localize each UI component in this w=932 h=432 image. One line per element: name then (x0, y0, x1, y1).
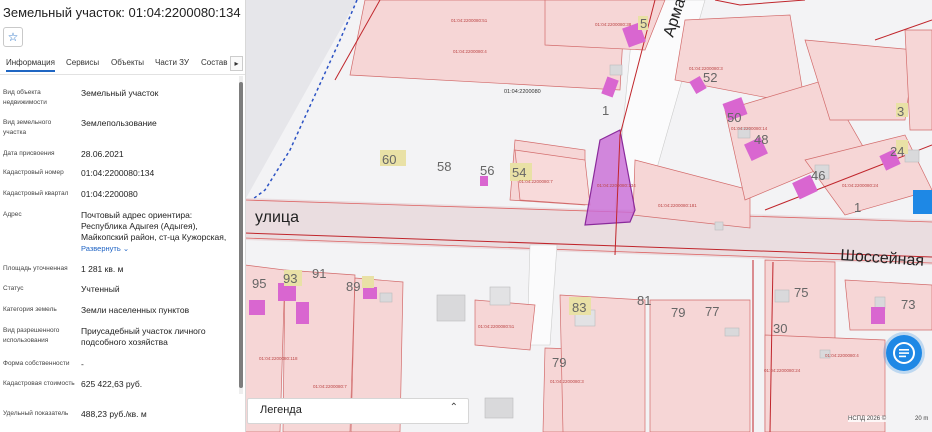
property-label: Дата присвоения (3, 150, 55, 157)
tab-composition[interactable]: Состав (201, 58, 228, 67)
house-number: 1 (854, 200, 861, 215)
expand-link[interactable]: Развернуть ⌄ (81, 244, 129, 253)
property-value: 01:04:2200080:134 (81, 168, 155, 178)
parcel-label: 01:04:2200080:24 (842, 183, 879, 188)
house-number: 48 (754, 132, 768, 147)
parcel-label: 01:04:2200080:7 (313, 384, 347, 389)
property-label: Статус (3, 285, 24, 292)
parcel-label: 01:04:2200080:51 (478, 324, 515, 329)
property-value: Земельный участок (81, 88, 159, 98)
scale-label: 20 m (915, 416, 929, 422)
chevron-up-down-icon: ⌃ (449, 402, 458, 413)
tab-information[interactable]: Информация (6, 58, 55, 72)
property-value: Почтовый адрес ориентира: Республика Ады… (81, 210, 236, 254)
tabs-next-icon[interactable]: ▸ (230, 56, 243, 71)
tab-bar: Информация Сервисы Объекты Части ЗУ Сост… (0, 54, 245, 75)
property-value: - (81, 359, 84, 369)
info-panel: Земельный участок: 01:04:2200080:134 ☆ И… (0, 0, 246, 432)
house-number: 50 (727, 110, 741, 125)
house-number: 79 (671, 305, 685, 320)
panel-scrollbar[interactable] (239, 76, 243, 394)
house-number: 30 (773, 321, 787, 336)
house-number: 79 (552, 355, 566, 370)
parcel-label: 01:04:2200080:3 (689, 66, 723, 71)
star-icon[interactable]: ☆ (3, 27, 23, 47)
property-label: Вид объекта недвижимости (3, 89, 47, 106)
house-number: 24 (890, 144, 904, 159)
property-label: Вид разрешенного использования (3, 327, 60, 344)
property-value: Землепользование (81, 118, 157, 128)
parcel-label: 01:04:2200080:3 (550, 379, 584, 384)
scrollbar-thumb[interactable] (239, 82, 243, 388)
tab-objects[interactable]: Объекты (111, 58, 144, 67)
tab-parts[interactable]: Части ЗУ (155, 58, 189, 67)
property-label: Форма собственности (3, 360, 70, 367)
tab-services[interactable]: Сервисы (66, 58, 99, 67)
property-label: Адрес (3, 211, 22, 218)
legend-selector[interactable]: Легенда ⌃ (247, 398, 469, 424)
property-value: 488,23 руб./кв. м (81, 409, 147, 419)
parcel-label: 01:04:2200080:134 (597, 183, 636, 188)
map-canvas[interactable]: 60 58 56 54 1 52 50 48 46 1 3 24 5 95 93… (245, 0, 932, 432)
house-number: 93 (283, 271, 297, 286)
house-number: 77 (705, 304, 719, 319)
house-number: 83 (572, 300, 586, 315)
chat-icon[interactable] (886, 335, 922, 371)
house-number: 73 (901, 297, 915, 312)
property-label: Кадастровая стоимость (3, 380, 75, 387)
parcel-label: 01:04:2200080:4 (825, 353, 859, 358)
property-label: Вид земельного участка (3, 119, 52, 136)
property-label: Кадастровый номер (3, 169, 64, 176)
property-value: 625 422,63 руб. (81, 379, 143, 389)
house-number: 54 (512, 165, 526, 180)
property-label: Категория земель (3, 306, 57, 313)
property-value: 1 281 кв. м (81, 264, 124, 274)
property-value: Учтенный (81, 284, 120, 294)
house-number: 89 (346, 279, 360, 294)
house-number: 95 (252, 276, 266, 291)
house-number: 58 (437, 159, 451, 174)
panel-title: Земельный участок: 01:04:2200080:134 (3, 5, 241, 20)
house-number: 1 (602, 103, 609, 118)
house-number: 91 (312, 266, 326, 281)
property-value: Приусадебный участок личного подсобного … (81, 326, 206, 347)
house-number: 46 (811, 168, 825, 183)
house-number: 81 (637, 293, 651, 308)
parcel-label: 01:04:2200080:24 (764, 368, 801, 373)
property-value: 01:04:2200080 (81, 189, 138, 199)
property-value: 28.06.2021 (81, 149, 124, 159)
parcel-label: 01:04:2200080:118 (259, 356, 298, 361)
property-value: Земли населенных пунктов (81, 305, 190, 315)
parcel-label: 01:04:2200080:7 (519, 179, 553, 184)
parcel-label: 01:04:2200080:38 (595, 22, 632, 27)
parcel-label: 01:04:2200080:14 (731, 126, 768, 131)
house-number: 5 (640, 16, 647, 31)
street-label: улица (255, 209, 299, 226)
house-number: 75 (794, 285, 808, 300)
parcel-label: 01:04:2200080:51 (451, 18, 488, 23)
legend-label: Легенда (260, 404, 302, 416)
parcel-label: 01:04:2200080 (504, 89, 541, 95)
cadastral-map[interactable]: 60 58 56 54 1 52 50 48 46 1 3 24 5 95 93… (245, 0, 932, 432)
address-text: Почтовый адрес ориентира: Республика Ады… (81, 210, 227, 242)
property-label: Удельный показатель (3, 410, 69, 417)
house-number: 52 (703, 70, 717, 85)
parcel-label: 01:04:2200080:181 (658, 203, 697, 208)
house-number: 3 (897, 104, 904, 119)
property-label: Площадь уточненная (3, 265, 68, 272)
copyright-text: НСПД 2026 © (848, 416, 887, 422)
property-label: Кадастровый квартал (3, 190, 69, 197)
parcel-label: 01:04:2200080:4 (453, 49, 487, 54)
house-number: 60 (382, 152, 396, 167)
house-number: 56 (480, 163, 494, 178)
